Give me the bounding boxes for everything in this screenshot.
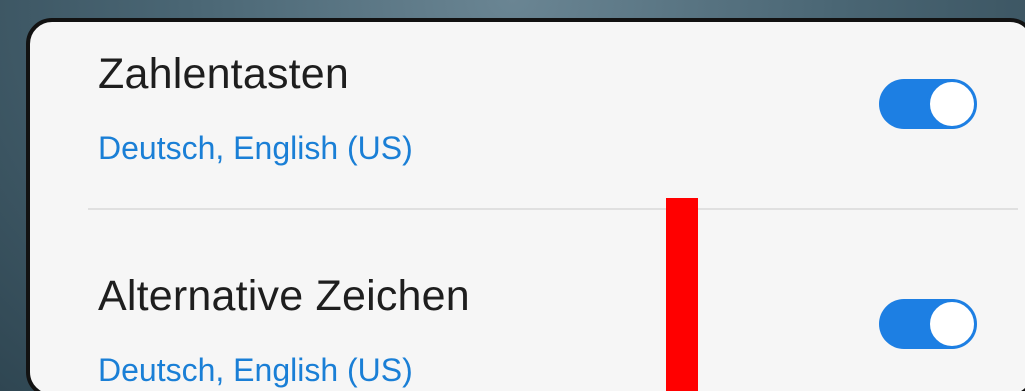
setting-subtitle: Deutsch, English (US)	[98, 352, 413, 388]
toggle-thumb	[927, 299, 977, 349]
zahlentasten-toggle[interactable]	[879, 79, 977, 129]
annotation-marker	[666, 198, 698, 391]
settings-panel: Zahlentasten Deutsch, English (US) Alter…	[26, 18, 1025, 391]
setting-row-zahlentasten[interactable]: Zahlentasten Deutsch, English (US)	[30, 22, 1025, 208]
setting-row-alternative-zeichen[interactable]: Alternative Zeichen Deutsch, English (US…	[30, 208, 1025, 391]
setting-title: Alternative Zeichen	[98, 272, 470, 320]
toggle-thumb	[927, 79, 977, 129]
setting-subtitle: Deutsch, English (US)	[98, 130, 413, 166]
alternative-zeichen-toggle[interactable]	[879, 299, 977, 349]
setting-title: Zahlentasten	[98, 50, 350, 98]
